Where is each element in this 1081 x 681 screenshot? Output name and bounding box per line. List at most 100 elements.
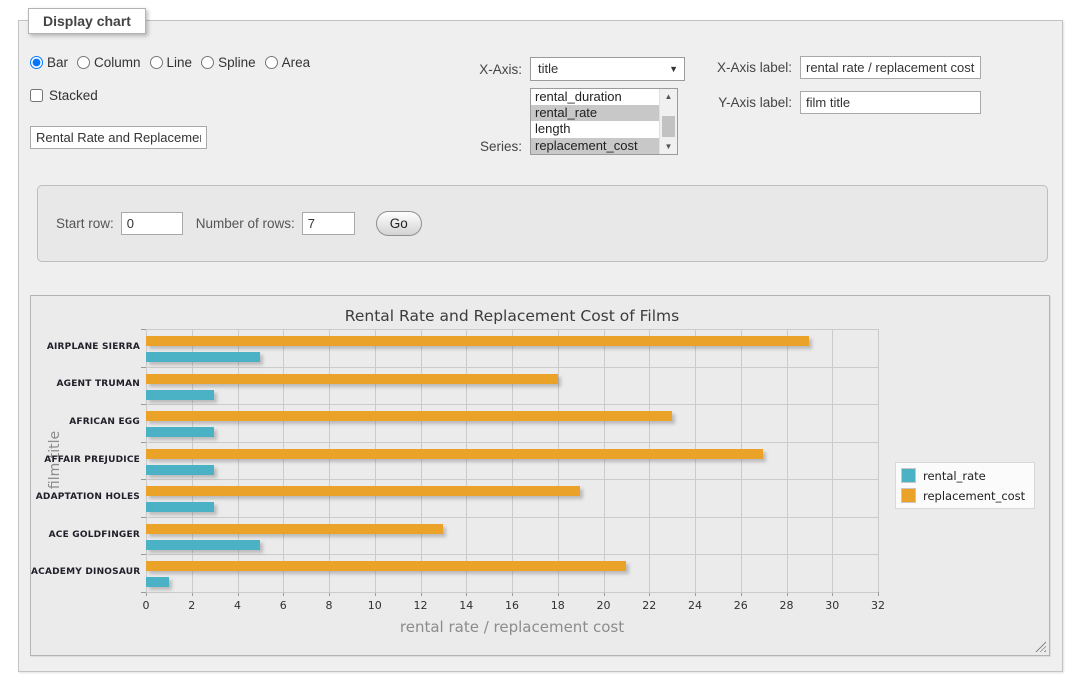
chart-title: Rental Rate and Replacement Cost of Film… [146,307,878,325]
y-tick-mark [141,367,146,368]
chart-legend: rental_ratereplacement_cost [895,462,1035,509]
y-axis-label-caption: Y-Axis label: [708,95,792,110]
v-gridline [192,329,193,592]
series-listbox[interactable]: rental_durationrental_ratelengthreplacem… [530,88,678,155]
x-tick-mark [878,592,879,596]
y-category-label: AFRICAN EGG [31,417,140,427]
bar-replacement_cost[interactable] [146,524,443,534]
y-category-label: AIRPLANE SIERRA [31,342,140,352]
chevron-down-icon: ▼ [669,58,678,80]
legend-swatch-rental_rate [901,468,916,483]
y-axis-label-group: Y-Axis label: [708,91,981,114]
chart-type-option-bar[interactable]: Bar [30,55,68,70]
bar-replacement_cost[interactable] [146,411,672,421]
radio-line[interactable] [150,56,163,69]
y-tick-mark [141,329,146,330]
h-gridline [146,517,878,518]
y-tick-mark [141,442,146,443]
scroll-up-icon[interactable]: ▲ [660,89,677,104]
go-button[interactable]: Go [376,211,422,236]
series-option-length[interactable]: length [531,121,660,137]
x-tick-label: 24 [680,599,710,612]
h-gridline [146,554,878,555]
bar-rental_rate[interactable] [146,540,260,550]
bar-rental_rate[interactable] [146,352,260,362]
radio-area[interactable] [265,56,278,69]
v-gridline [329,329,330,592]
x-tick-label: 2 [177,599,207,612]
bar-rental_rate[interactable] [146,390,214,400]
number-of-rows-input[interactable] [302,212,355,235]
bar-replacement_cost[interactable] [146,449,763,459]
bar-replacement_cost[interactable] [146,561,626,571]
series-option-replacement_cost[interactable]: replacement_cost [531,138,660,154]
v-gridline [741,329,742,592]
bar-rental_rate[interactable] [146,577,169,587]
x-axis-label-group: X-Axis label: [708,56,981,79]
stacked-checkbox[interactable] [30,89,43,102]
x-tick-label: 20 [589,599,619,612]
bar-replacement_cost[interactable] [146,486,580,496]
series-option-rental_duration[interactable]: rental_duration [531,89,660,105]
x-axis-label-input[interactable] [800,56,981,79]
v-gridline [466,329,467,592]
x-tick-label: 12 [406,599,436,612]
chart-container: Rental Rate and Replacement Cost of Film… [30,295,1050,656]
stacked-label: Stacked [49,88,98,103]
x-tick-label: 28 [772,599,802,612]
v-gridline [238,329,239,592]
y-tick-mark [141,517,146,518]
chart-type-option-spline[interactable]: Spline [201,55,256,70]
x-axis-group: X-Axis: title ▼ [464,57,685,81]
y-category-label: AGENT TRUMAN [31,379,140,389]
x-tick-label: 22 [634,599,664,612]
v-gridline [787,329,788,592]
start-row-input[interactable] [121,212,183,235]
h-gridline [146,479,878,480]
chart-type-option-column[interactable]: Column [77,55,141,70]
x-tick-label: 4 [223,599,253,612]
legend-swatch-replacement_cost [901,488,916,503]
h-gridline [146,442,878,443]
x-tick-label: 16 [497,599,527,612]
resize-handle-icon[interactable] [1035,641,1046,652]
v-gridline [512,329,513,592]
x-axis-select[interactable]: title ▼ [530,57,685,81]
page: Display chart Bar Column Line Spline Area St… [0,0,1081,681]
chart-type-option-line[interactable]: Line [150,55,193,70]
x-axis-label-caption: X-Axis label: [708,60,792,75]
radio-label-area: Area [282,55,311,70]
v-gridline [283,329,284,592]
v-gridline [878,329,879,592]
number-of-rows-label: Number of rows: [196,216,295,231]
chart-type-radio-group: Bar Column Line Spline Area [30,55,310,70]
y-category-label: AFFAIR PREJUDICE [31,455,140,465]
bar-replacement_cost[interactable] [146,374,558,384]
series-scrollbar[interactable]: ▲ ▼ [659,89,677,154]
y-category-label: ADAPTATION HOLES [31,492,140,502]
radio-bar[interactable] [30,56,43,69]
radio-spline[interactable] [201,56,214,69]
chart-type-option-area[interactable]: Area [265,55,311,70]
radio-label-bar: Bar [47,55,68,70]
x-tick-label: 0 [131,599,161,612]
radio-label-line: Line [167,55,193,70]
bar-replacement_cost[interactable] [146,336,809,346]
radio-column[interactable] [77,56,90,69]
bar-rental_rate[interactable] [146,465,214,475]
v-gridline [832,329,833,592]
y-axis-label-input[interactable] [800,91,981,114]
series-select-label: Series: [464,139,522,154]
series-options: rental_durationrental_ratelengthreplacem… [531,89,660,154]
bar-rental_rate[interactable] [146,502,214,512]
fieldset-legend: Display chart [28,8,146,34]
scroll-down-icon[interactable]: ▼ [660,139,677,154]
radio-label-spline: Spline [218,55,256,70]
h-gridline [146,592,878,593]
start-row-label: Start row: [56,216,114,231]
bar-rental_rate[interactable] [146,427,214,437]
y-category-label: ACE GOLDFINGER [31,530,140,540]
chart-title-input[interactable] [30,126,207,149]
scrollbar-thumb[interactable] [662,116,675,137]
series-option-rental_rate[interactable]: rental_rate [531,105,660,121]
